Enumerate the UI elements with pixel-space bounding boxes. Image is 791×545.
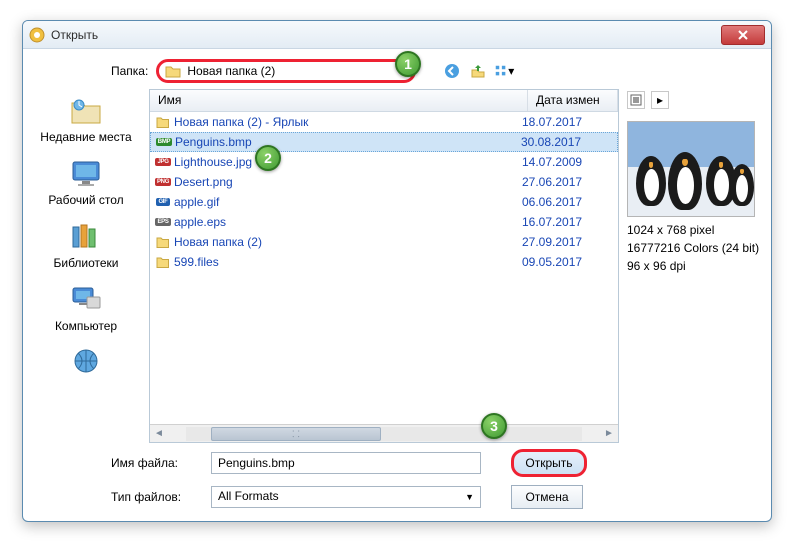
file-icon [156, 255, 170, 269]
file-date: 16.07.2017 [522, 215, 612, 229]
file-name: Penguins.bmp [175, 135, 252, 149]
preview-dpi: 96 x 96 dpi [627, 259, 763, 273]
computer-icon [67, 282, 105, 316]
cancel-button[interactable]: Отмена [511, 485, 583, 509]
file-name: Desert.png [174, 175, 233, 189]
nav-back-button[interactable] [442, 61, 462, 81]
file-name: Lighthouse.jpg [174, 155, 252, 169]
file-name: apple.eps [174, 215, 226, 229]
preview-toggle-button[interactable] [627, 91, 645, 109]
open-button[interactable]: Открыть [511, 449, 587, 477]
folder-icon [165, 64, 181, 78]
file-name: Новая папка (2) - Ярлык [174, 115, 308, 129]
file-row[interactable]: Новая папка (2) - Ярлык 18.07.2017 [150, 112, 618, 132]
file-icon [156, 115, 170, 129]
callout-3: 3 [481, 413, 507, 439]
filetype-label: Тип файлов: [111, 490, 201, 504]
file-date: 14.07.2009 [522, 155, 612, 169]
callout-1: 1 [395, 51, 421, 77]
file-row[interactable]: PNG Desert.png 27.06.2017 [150, 172, 618, 192]
network-icon [67, 345, 105, 379]
file-date: 09.05.2017 [522, 255, 612, 269]
close-button[interactable] [721, 25, 765, 45]
file-name: Новая папка (2) [174, 235, 262, 249]
file-date: 27.06.2017 [522, 175, 612, 189]
nav-up-button[interactable] [468, 61, 488, 81]
folder-label: Папка: [111, 64, 148, 78]
file-icon: GIF [156, 195, 170, 209]
open-dialog: Открыть Папка: Новая папка (2) ▼ ▾ [22, 20, 772, 522]
preview-dimensions: 1024 x 768 pixel [627, 223, 763, 237]
column-name[interactable]: Имя [150, 90, 528, 111]
preview-colors: 16777216 Colors (24 bit) [627, 241, 763, 255]
libraries-icon [67, 219, 105, 253]
file-list-panel: Имя Дата измен Новая папка (2) - Ярлык 18… [149, 89, 619, 443]
file-date: 30.08.2017 [521, 135, 611, 149]
column-date[interactable]: Дата измен [528, 90, 618, 111]
file-name: 599.files [174, 255, 219, 269]
scroll-thumb[interactable]: ⸬ [211, 427, 381, 441]
chevron-down-icon: ▼ [465, 492, 474, 502]
callout-2: 2 [255, 145, 281, 171]
file-icon: PNG [156, 175, 170, 189]
filetype-combo[interactable]: All Formats ▼ [211, 486, 481, 508]
folder-combo[interactable]: Новая папка (2) ▼ [156, 59, 416, 83]
file-row[interactable]: GIF apple.gif 06.06.2017 [150, 192, 618, 212]
recent-places-icon [67, 93, 105, 127]
scroll-right-arrow[interactable]: ► [600, 428, 618, 439]
preview-tools: ▸ [627, 89, 763, 115]
horizontal-scrollbar[interactable]: ◄ ⸬ ► [150, 424, 618, 442]
scroll-tray[interactable]: ⸬ [186, 427, 582, 441]
file-row[interactable]: EPS apple.eps 16.07.2017 [150, 212, 618, 232]
scroll-left-arrow[interactable]: ◄ [150, 428, 168, 439]
preview-info: 1024 x 768 pixel 16777216 Colors (24 bit… [627, 223, 763, 273]
folder-value: Новая папка (2) [187, 64, 275, 78]
file-date: 06.06.2017 [522, 195, 612, 209]
desktop-icon [67, 156, 105, 190]
filename-label: Имя файла: [111, 456, 201, 470]
place-desktop[interactable]: Рабочий стол [48, 156, 123, 207]
places-sidebar: Недавние места Рабочий стол Библиотеки К… [31, 89, 141, 443]
place-libraries[interactable]: Библиотеки [53, 219, 118, 270]
window-title: Открыть [51, 28, 721, 42]
file-icon [156, 235, 170, 249]
filename-input[interactable] [211, 452, 481, 474]
file-list: Новая папка (2) - Ярлык 18.07.2017 BMP Peng… [150, 112, 618, 424]
preview-next-button[interactable]: ▸ [651, 91, 669, 109]
file-icon: BMP [157, 135, 171, 149]
file-row[interactable]: 599.files 09.05.2017 [150, 252, 618, 272]
place-computer[interactable]: Компьютер [55, 282, 117, 333]
file-row[interactable]: JPG Lighthouse.jpg 14.07.2009 [150, 152, 618, 172]
place-network[interactable] [67, 345, 105, 382]
file-row[interactable]: Новая папка (2) 27.09.2017 [150, 232, 618, 252]
list-header: Имя Дата измен [150, 90, 618, 112]
view-mode-button[interactable]: ▾ [494, 61, 514, 81]
bottom-panel: Имя файла: Открыть Тип файлов: All Forma… [31, 443, 763, 513]
file-icon: JPG [156, 155, 170, 169]
preview-panel: ▸ 1024 x 768 pixel 16777216 Colors (24 b… [627, 89, 763, 443]
place-recent[interactable]: Недавние места [40, 93, 131, 144]
file-date: 27.09.2017 [522, 235, 612, 249]
app-icon [29, 27, 45, 43]
file-row[interactable]: BMP Penguins.bmp 30.08.2017 [150, 132, 618, 152]
titlebar: Открыть [23, 21, 771, 49]
file-date: 18.07.2017 [522, 115, 612, 129]
file-name: apple.gif [174, 195, 219, 209]
toolbar-icons: ▾ [442, 61, 514, 81]
close-icon [738, 30, 748, 40]
file-icon: EPS [156, 215, 170, 229]
preview-image [627, 121, 755, 217]
